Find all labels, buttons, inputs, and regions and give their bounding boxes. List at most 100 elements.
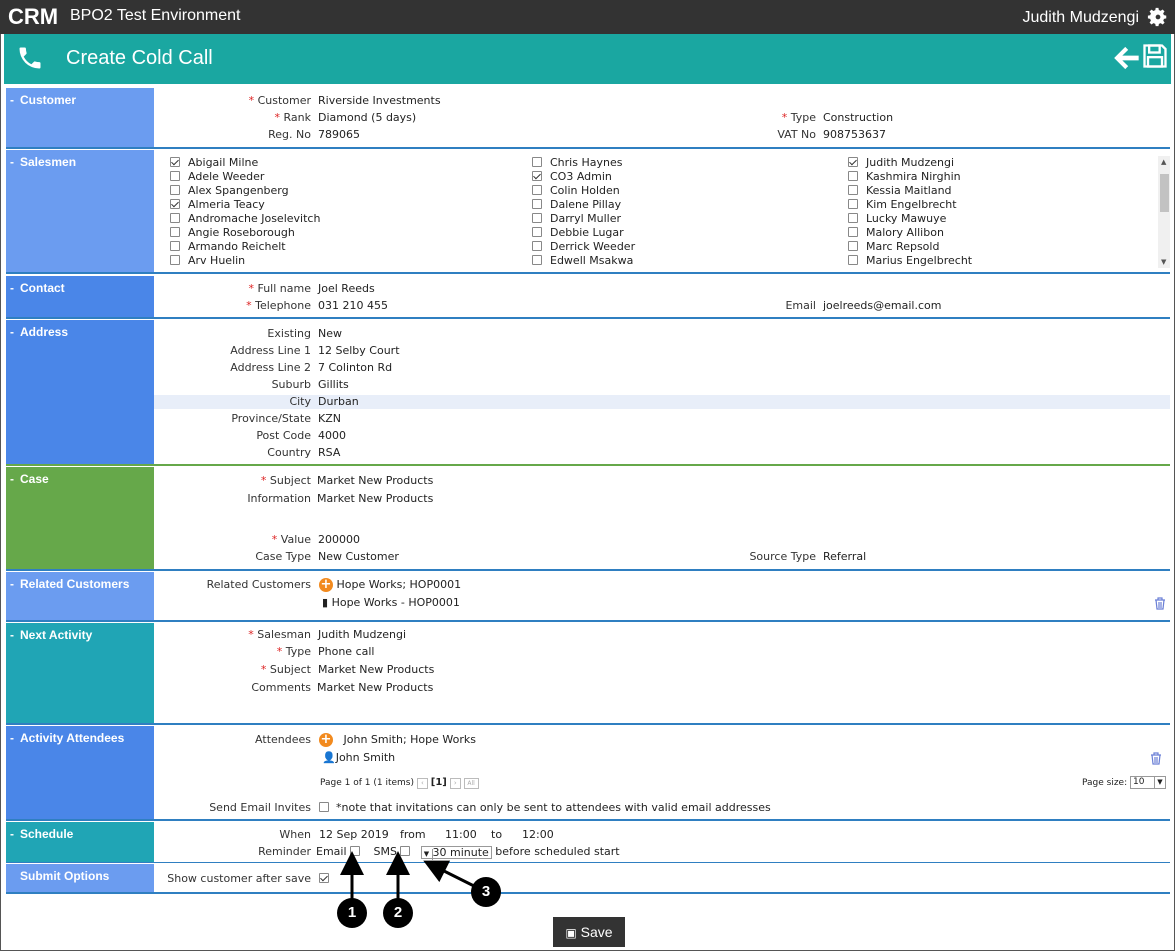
salesman-checkbox[interactable] — [170, 241, 180, 251]
add-related-customer-icon[interactable]: + — [319, 578, 333, 592]
send-email-invites-checkbox[interactable] — [319, 802, 329, 812]
salesman-checkbox[interactable] — [170, 213, 180, 223]
salesman-checkbox[interactable] — [848, 241, 858, 251]
salesman-item[interactable]: Colin Holden — [532, 184, 620, 198]
salesman-item[interactable]: Angie Roseborough — [170, 226, 295, 240]
salesman-checkbox[interactable] — [532, 227, 542, 237]
chevron-down-icon[interactable]: ▼ — [422, 848, 433, 860]
salesman-checkbox[interactable] — [532, 255, 542, 265]
salesman-checkbox[interactable] — [170, 255, 180, 265]
address-row: Existing New — [267, 327, 342, 340]
trash-icon[interactable] — [1150, 752, 1162, 765]
salesman-checkbox[interactable] — [848, 255, 858, 265]
salesman-item[interactable]: Marc Repsold — [848, 240, 939, 254]
salesman-checkbox[interactable] — [848, 185, 858, 195]
salesman-item[interactable]: Armando Reichelt — [170, 240, 286, 254]
salesman-checkbox[interactable] — [848, 227, 858, 237]
salesman-item[interactable]: Darryl Muller — [532, 212, 621, 226]
salesman-item[interactable]: Derrick Weeder — [532, 240, 635, 254]
address-row: Post Code 4000 — [256, 429, 346, 442]
salesman-checkbox[interactable] — [532, 185, 542, 195]
address-value: 7 Colinton Rd — [318, 361, 393, 374]
address-section-header[interactable]: - Address — [6, 320, 154, 464]
salesman-name: Judith Mudzengi — [866, 156, 955, 169]
page-size-select[interactable]: 10 ▼ — [1130, 776, 1166, 789]
user-name[interactable]: Judith Mudzengi — [1022, 9, 1139, 27]
salesman-item[interactable]: Judith Mudzengi — [848, 156, 954, 170]
all-pages-button[interactable]: All — [463, 778, 479, 789]
schedule-section-header[interactable]: - Schedule — [6, 822, 154, 862]
reminder-email-checkbox[interactable] — [349, 846, 360, 856]
schedule-to-time[interactable]: 12:00 — [522, 828, 554, 842]
back-arrow-icon[interactable] — [1113, 44, 1141, 72]
salesman-checkbox[interactable] — [848, 213, 858, 223]
salesman-item[interactable]: Debbie Lugar — [532, 226, 624, 240]
trash-icon[interactable] — [1154, 597, 1166, 610]
salesman-item[interactable]: Arv Huelin — [170, 254, 245, 268]
related-customers-section-header[interactable]: - Related Customers — [6, 572, 154, 620]
salesman-item[interactable]: Andromache Joselevitch — [170, 212, 320, 226]
salesman-checkbox[interactable] — [532, 199, 542, 209]
salesman-item[interactable]: Dalene Pillay — [532, 198, 621, 212]
salesman-name: Arv Huelin — [188, 254, 246, 267]
customer-section-header[interactable]: - Customer — [6, 88, 154, 147]
salesman-checkbox[interactable] — [170, 185, 180, 195]
salesman-checkbox[interactable] — [170, 157, 180, 167]
attendee-item: John Smith — [335, 751, 396, 764]
salesman-checkbox[interactable] — [170, 171, 180, 181]
salesman-name: Almeria Teacy — [188, 198, 265, 211]
salesman-checkbox[interactable] — [170, 199, 180, 209]
activity-comments-value: Market New Products — [317, 681, 434, 694]
current-page[interactable]: [1] — [431, 777, 447, 788]
salesman-checkbox[interactable] — [848, 171, 858, 181]
activity-attendees-section-header[interactable]: - Activity Attendees — [6, 726, 154, 819]
salesman-checkbox[interactable] — [532, 171, 542, 181]
contact-section-header[interactable]: - Contact — [6, 276, 154, 317]
salesman-item[interactable]: Kessia Maitland — [848, 184, 952, 198]
salesman-name: Lucky Mawuye — [866, 212, 947, 225]
salesman-item[interactable]: Adele Weeder — [170, 170, 264, 184]
gear-icon[interactable] — [1147, 6, 1169, 28]
salesman-name: Colin Holden — [550, 184, 620, 197]
salesman-checkbox[interactable] — [848, 199, 858, 209]
schedule-date[interactable]: 12 Sep 2019 — [319, 828, 389, 842]
salesman-name: Kessia Maitland — [866, 184, 952, 197]
related-customer-search[interactable]: Hope Works; HOP0001 — [337, 578, 462, 591]
reminder-sms-checkbox[interactable] — [400, 846, 410, 856]
salesman-name: Alex Spangenberg — [188, 184, 289, 197]
salesman-checkbox[interactable] — [532, 241, 542, 251]
save-icon[interactable] — [1141, 42, 1169, 70]
next-activity-section-header[interactable]: - Next Activity — [6, 623, 154, 723]
save-button[interactable]: ▣ Save — [553, 917, 625, 947]
reminder-minutes-select[interactable]: ▼ 30 minute — [420, 845, 492, 860]
next-activity-section: - Next Activity * Salesman Judith Mudzengi… — [6, 623, 1170, 725]
show-customer-after-save-checkbox[interactable] — [319, 873, 329, 883]
salesman-item[interactable]: Kashmira Nirghin — [848, 170, 961, 184]
prev-page-button[interactable]: ‹ — [416, 778, 428, 789]
salesman-checkbox[interactable] — [532, 213, 542, 223]
salesman-item[interactable]: CO3 Admin — [532, 170, 612, 184]
add-attendee-icon[interactable]: + — [319, 733, 333, 747]
schedule-from-time[interactable]: 11:00 — [445, 828, 477, 842]
salesman-checkbox[interactable] — [170, 227, 180, 237]
salesman-item[interactable]: Lucky Mawuye — [848, 212, 946, 226]
scrollbar[interactable]: ▲ ▼ — [1158, 156, 1170, 268]
address-value: RSA — [318, 446, 341, 459]
case-section-header[interactable]: - Case — [6, 467, 154, 569]
salesman-item[interactable]: Marius Engelbrecht — [848, 254, 972, 268]
salesman-item[interactable]: Edwell Msakwa — [532, 254, 633, 268]
salesman-item[interactable]: Kim Engelbrecht — [848, 198, 957, 212]
salesman-name: Debbie Lugar — [550, 226, 624, 239]
salesman-name: Derrick Weeder — [550, 240, 636, 253]
salesman-item[interactable]: Abigail Milne — [170, 156, 258, 170]
next-page-button[interactable]: › — [449, 778, 461, 789]
salesman-name: Adele Weeder — [188, 170, 265, 183]
salesman-checkbox[interactable] — [848, 157, 858, 167]
salesman-item[interactable]: Chris Haynes — [532, 156, 622, 170]
salesman-item[interactable]: Alex Spangenberg — [170, 184, 289, 198]
attendee-search[interactable]: John Smith; Hope Works — [344, 733, 477, 746]
salesman-checkbox[interactable] — [532, 157, 542, 167]
salesman-item[interactable]: Malory Allibon — [848, 226, 944, 240]
salesman-item[interactable]: Almeria Teacy — [170, 198, 265, 212]
salesmen-section-header[interactable]: - Salesmen — [6, 150, 154, 272]
